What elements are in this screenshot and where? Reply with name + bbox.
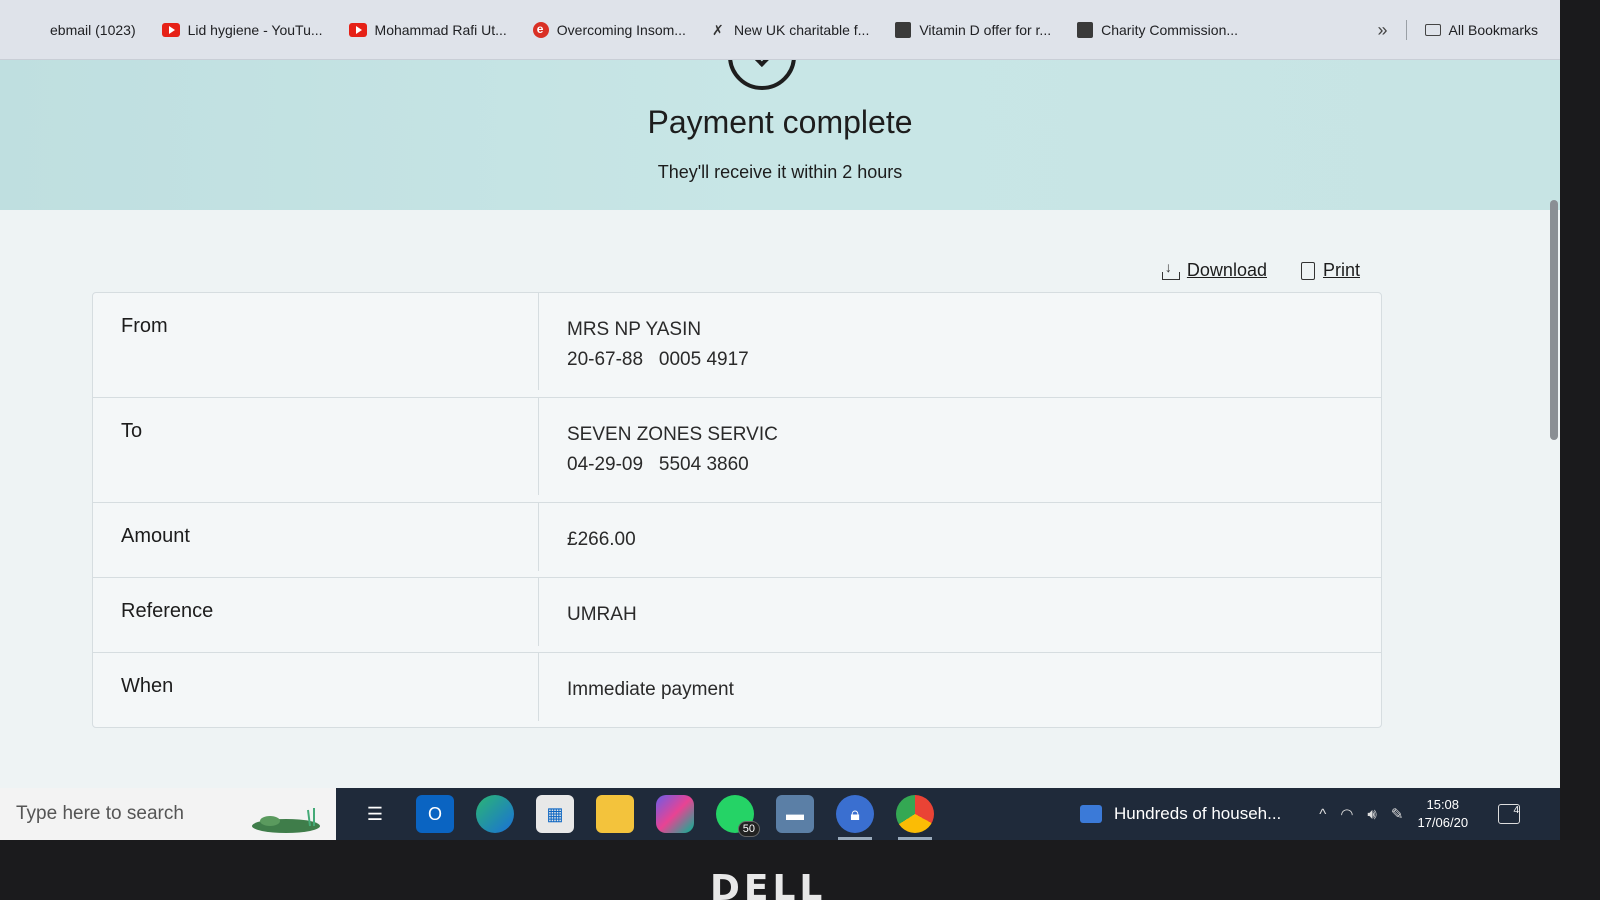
monitor-bezel-right [1560, 0, 1600, 900]
print-label: Print [1322, 260, 1360, 280]
page-scrollbar[interactable] [1548, 80, 1560, 780]
to-value: SEVEN ZONES SERVIC 04-29-09 5504 3860 [539, 398, 1381, 502]
from-value: MRS NP YASIN 20-67-88 0005 4917 [539, 293, 1381, 397]
tray-expand-chevron-icon[interactable]: ^ [1319, 806, 1326, 823]
lock-app-icon[interactable]: 🔒︎ [836, 795, 874, 840]
site-icon [895, 21, 912, 38]
system-tray: ^ ◠ 🔊︎ ✎ 15:08 17/06/20 4 [1319, 796, 1521, 832]
table-row: To SEVEN ZONES SERVIC 04-29-09 5504 3860 [93, 398, 1381, 503]
copilot-icon[interactable] [656, 795, 694, 833]
from-name: MRS NP YASIN [567, 319, 702, 340]
to-name: SEVEN ZONES SERVIC [567, 424, 778, 445]
volume-icon[interactable]: 🔊︎ [1367, 806, 1376, 823]
confirmation-banner: Payment complete They'll receive it with… [0, 60, 1560, 210]
file-explorer-icon[interactable] [596, 795, 634, 833]
download-label: Download [1186, 260, 1267, 280]
payment-confirmation-page: Payment complete They'll receive it with… [0, 60, 1560, 788]
pen-icon[interactable]: ✎ [1391, 805, 1404, 823]
from-account: 20-67-88 0005 4917 [567, 349, 749, 370]
to-label: To [93, 398, 539, 495]
printer-app-icon[interactable]: ▬ [776, 795, 814, 833]
bookmark-label: Lid hygiene - YouTu... [187, 21, 323, 38]
print-icon [1300, 261, 1315, 280]
youtube-icon [161, 22, 180, 37]
bookmark-label: ebmail (1023) [50, 21, 136, 38]
store-icon[interactable]: ▦ [536, 795, 574, 833]
table-row: Reference UMRAH [93, 578, 1381, 653]
from-label: From [93, 293, 539, 390]
when-label: When [93, 653, 539, 721]
edge-browser-icon[interactable] [476, 795, 514, 833]
bookmarks-right: » All Bookmarks [1378, 0, 1538, 60]
notifications-icon[interactable]: 4 [1498, 804, 1521, 824]
payment-details-table: From MRS NP YASIN 20-67-88 0005 4917 To … [92, 292, 1382, 728]
amount-label: Amount [93, 503, 539, 571]
bookmark-label: Charity Commission... [1101, 21, 1239, 38]
receipt-actions: Download Print [1161, 259, 1360, 281]
clock-time: 15:08 [1426, 797, 1460, 812]
scrollbar-thumb[interactable] [1550, 200, 1558, 440]
bookmark-item[interactable]: ✗ New UK charitable f... [712, 22, 869, 38]
clock-date: 17/06/20 [1417, 815, 1469, 830]
edge-e-icon [532, 21, 549, 38]
amount-value: £266.00 [567, 529, 636, 550]
bookmark-label: Vitamin D offer for r... [919, 21, 1052, 38]
whatsapp-icon[interactable]: 50 [716, 795, 760, 837]
checkmark-circle-icon [728, 60, 796, 90]
search-placeholder: Type here to search [16, 803, 184, 824]
bookmark-item[interactable]: Charity Commission... [1077, 21, 1239, 38]
wifi-icon[interactable]: ◠ [1340, 805, 1353, 823]
bookmarks-bar: ebmail (1023) Lid hygiene - YouTu... Moh… [0, 0, 1560, 60]
notifications-count: 4 [1513, 805, 1520, 816]
page-title: Payment complete [647, 104, 913, 140]
taskbar-search-input[interactable]: Type here to search [0, 788, 336, 840]
table-row: From MRS NP YASIN 20-67-88 0005 4917 [93, 293, 1381, 398]
bookmarks-list: ebmail (1023) Lid hygiene - YouTu... Moh… [50, 21, 1264, 38]
download-button[interactable]: Download [1161, 259, 1267, 281]
bookmark-item[interactable]: Mohammad Rafi Ut... [348, 21, 507, 38]
bookmark-item[interactable]: Overcoming Insom... [532, 21, 686, 38]
whatsapp-badge: 50 [737, 821, 760, 837]
more-bookmarks-chevron-icon[interactable]: » [1378, 20, 1388, 41]
youtube-icon [348, 22, 367, 37]
table-row: Amount £266.00 [93, 503, 1381, 578]
bookmark-item[interactable]: Vitamin D offer for r... [895, 21, 1052, 38]
bookmark-item[interactable]: ebmail (1023) [50, 22, 136, 38]
when-value: Immediate payment [567, 679, 734, 700]
news-icon [1080, 805, 1102, 823]
search-highlight-art-icon [252, 808, 320, 833]
all-bookmarks-button[interactable]: All Bookmarks [1424, 22, 1538, 38]
to-account: 04-29-09 5504 3860 [567, 454, 749, 475]
taskbar-apps: ☰ O ▦ 50 ▬ 🔒︎ [356, 795, 934, 840]
chrome-icon[interactable] [896, 795, 934, 840]
bookmark-item[interactable]: Lid hygiene - YouTu... [161, 21, 323, 38]
table-row: When Immediate payment [93, 653, 1381, 727]
print-button[interactable]: Print [1300, 260, 1360, 281]
bookmark-label: Overcoming Insom... [556, 21, 686, 38]
bookmark-label: New UK charitable f... [733, 21, 870, 38]
task-view-icon[interactable]: ☰ [356, 795, 394, 833]
windows-taskbar: Type here to search ☰ O ▦ 50 ▬ 🔒︎ Hundre… [0, 788, 1560, 840]
taskbar-clock[interactable]: 15:08 17/06/20 [1417, 796, 1468, 832]
page-subtitle: They'll receive it within 2 hours [657, 162, 903, 182]
all-bookmarks-label: All Bookmarks [1448, 22, 1538, 38]
download-icon [1161, 259, 1180, 280]
reference-value: UMRAH [567, 604, 637, 625]
dell-logo: DELL [710, 868, 827, 900]
news-widget[interactable]: Hundreds of househ... [1080, 804, 1281, 824]
reference-label: Reference [93, 578, 539, 646]
outlook-icon[interactable]: O [416, 795, 454, 833]
bookmark-label: Mohammad Rafi Ut... [374, 21, 507, 38]
news-headline: Hundreds of househ... [1114, 804, 1282, 823]
site-icon [1077, 21, 1094, 38]
divider [1405, 20, 1407, 40]
pin-icon: ✗ [711, 21, 724, 38]
folder-icon [1424, 24, 1441, 36]
